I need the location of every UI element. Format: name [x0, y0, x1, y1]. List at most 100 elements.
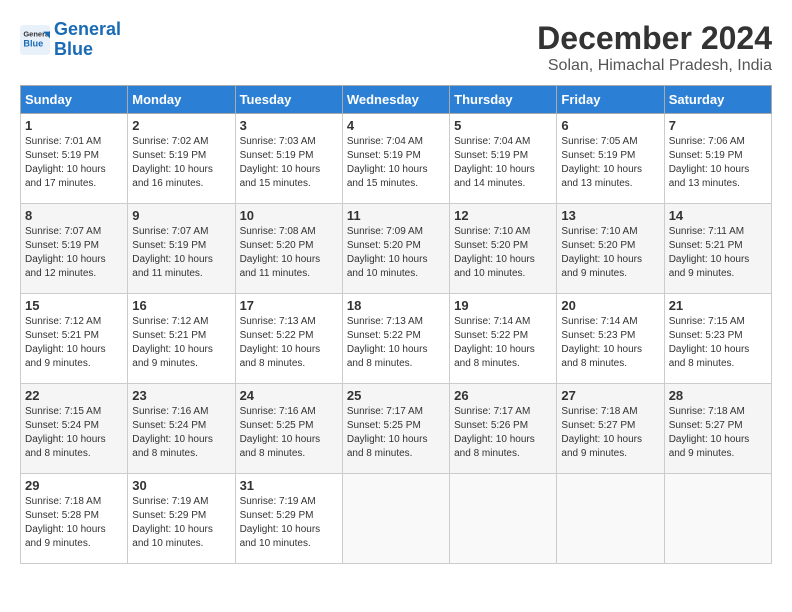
day-number: 27 [561, 388, 659, 403]
day-number: 15 [25, 298, 123, 313]
calendar-week-row: 1 Sunrise: 7:01 AM Sunset: 5:19 PM Dayli… [21, 114, 772, 204]
day-info: Sunrise: 7:04 AM Sunset: 5:19 PM Dayligh… [454, 135, 552, 191]
day-number: 1 [25, 118, 123, 133]
calendar-cell: 7 Sunrise: 7:06 AM Sunset: 5:19 PM Dayli… [664, 114, 771, 204]
day-info: Sunrise: 7:16 AM Sunset: 5:24 PM Dayligh… [132, 405, 230, 461]
day-info: Sunrise: 7:05 AM Sunset: 5:19 PM Dayligh… [561, 135, 659, 191]
day-info: Sunrise: 7:07 AM Sunset: 5:19 PM Dayligh… [132, 225, 230, 281]
calendar: Sunday Monday Tuesday Wednesday Thursday… [20, 85, 772, 564]
day-info: Sunrise: 7:16 AM Sunset: 5:25 PM Dayligh… [240, 405, 338, 461]
day-info: Sunrise: 7:12 AM Sunset: 5:21 PM Dayligh… [25, 315, 123, 371]
day-info: Sunrise: 7:18 AM Sunset: 5:27 PM Dayligh… [561, 405, 659, 461]
calendar-cell: 25 Sunrise: 7:17 AM Sunset: 5:25 PM Dayl… [342, 384, 449, 474]
calendar-cell: 26 Sunrise: 7:17 AM Sunset: 5:26 PM Dayl… [450, 384, 557, 474]
day-number: 31 [240, 478, 338, 493]
calendar-body: 1 Sunrise: 7:01 AM Sunset: 5:19 PM Dayli… [21, 114, 772, 564]
day-number: 18 [347, 298, 445, 313]
header-tuesday: Tuesday [235, 86, 342, 114]
day-number: 14 [669, 208, 767, 223]
day-info: Sunrise: 7:18 AM Sunset: 5:28 PM Dayligh… [25, 495, 123, 551]
day-info: Sunrise: 7:02 AM Sunset: 5:19 PM Dayligh… [132, 135, 230, 191]
page-header: General Blue General Blue December 2024 … [20, 20, 772, 75]
day-number: 6 [561, 118, 659, 133]
day-number: 16 [132, 298, 230, 313]
day-info: Sunrise: 7:09 AM Sunset: 5:20 PM Dayligh… [347, 225, 445, 281]
calendar-cell [664, 474, 771, 564]
day-info: Sunrise: 7:07 AM Sunset: 5:19 PM Dayligh… [25, 225, 123, 281]
day-number: 4 [347, 118, 445, 133]
calendar-cell: 22 Sunrise: 7:15 AM Sunset: 5:24 PM Dayl… [21, 384, 128, 474]
calendar-cell: 28 Sunrise: 7:18 AM Sunset: 5:27 PM Dayl… [664, 384, 771, 474]
day-number: 26 [454, 388, 552, 403]
header-friday: Friday [557, 86, 664, 114]
logo-general: General [54, 19, 121, 39]
logo-blue: Blue [54, 39, 93, 59]
day-number: 30 [132, 478, 230, 493]
day-info: Sunrise: 7:10 AM Sunset: 5:20 PM Dayligh… [561, 225, 659, 281]
day-number: 29 [25, 478, 123, 493]
day-number: 12 [454, 208, 552, 223]
day-info: Sunrise: 7:01 AM Sunset: 5:19 PM Dayligh… [25, 135, 123, 191]
day-info: Sunrise: 7:19 AM Sunset: 5:29 PM Dayligh… [132, 495, 230, 551]
calendar-cell: 1 Sunrise: 7:01 AM Sunset: 5:19 PM Dayli… [21, 114, 128, 204]
weekday-header-row: Sunday Monday Tuesday Wednesday Thursday… [21, 86, 772, 114]
header-thursday: Thursday [450, 86, 557, 114]
day-number: 24 [240, 388, 338, 403]
day-info: Sunrise: 7:15 AM Sunset: 5:24 PM Dayligh… [25, 405, 123, 461]
day-number: 7 [669, 118, 767, 133]
calendar-cell: 18 Sunrise: 7:13 AM Sunset: 5:22 PM Dayl… [342, 294, 449, 384]
day-info: Sunrise: 7:10 AM Sunset: 5:20 PM Dayligh… [454, 225, 552, 281]
calendar-cell [557, 474, 664, 564]
calendar-week-row: 15 Sunrise: 7:12 AM Sunset: 5:21 PM Dayl… [21, 294, 772, 384]
calendar-cell [450, 474, 557, 564]
calendar-cell: 19 Sunrise: 7:14 AM Sunset: 5:22 PM Dayl… [450, 294, 557, 384]
day-info: Sunrise: 7:06 AM Sunset: 5:19 PM Dayligh… [669, 135, 767, 191]
calendar-cell: 2 Sunrise: 7:02 AM Sunset: 5:19 PM Dayli… [128, 114, 235, 204]
day-info: Sunrise: 7:14 AM Sunset: 5:23 PM Dayligh… [561, 315, 659, 371]
location-title: Solan, Himachal Pradesh, India [537, 57, 772, 75]
day-info: Sunrise: 7:14 AM Sunset: 5:22 PM Dayligh… [454, 315, 552, 371]
day-number: 20 [561, 298, 659, 313]
day-info: Sunrise: 7:13 AM Sunset: 5:22 PM Dayligh… [240, 315, 338, 371]
calendar-week-row: 29 Sunrise: 7:18 AM Sunset: 5:28 PM Dayl… [21, 474, 772, 564]
calendar-cell: 15 Sunrise: 7:12 AM Sunset: 5:21 PM Dayl… [21, 294, 128, 384]
calendar-cell: 4 Sunrise: 7:04 AM Sunset: 5:19 PM Dayli… [342, 114, 449, 204]
month-title: December 2024 [537, 20, 772, 57]
logo-text: General Blue [54, 20, 121, 60]
title-area: December 2024 Solan, Himachal Pradesh, I… [537, 20, 772, 75]
calendar-cell: 31 Sunrise: 7:19 AM Sunset: 5:29 PM Dayl… [235, 474, 342, 564]
calendar-cell: 16 Sunrise: 7:12 AM Sunset: 5:21 PM Dayl… [128, 294, 235, 384]
calendar-cell: 13 Sunrise: 7:10 AM Sunset: 5:20 PM Dayl… [557, 204, 664, 294]
svg-text:Blue: Blue [23, 38, 43, 48]
day-number: 17 [240, 298, 338, 313]
day-info: Sunrise: 7:08 AM Sunset: 5:20 PM Dayligh… [240, 225, 338, 281]
logo-icon: General Blue [20, 25, 50, 55]
day-number: 2 [132, 118, 230, 133]
calendar-cell: 30 Sunrise: 7:19 AM Sunset: 5:29 PM Dayl… [128, 474, 235, 564]
day-number: 28 [669, 388, 767, 403]
calendar-cell: 24 Sunrise: 7:16 AM Sunset: 5:25 PM Dayl… [235, 384, 342, 474]
calendar-cell: 11 Sunrise: 7:09 AM Sunset: 5:20 PM Dayl… [342, 204, 449, 294]
calendar-cell: 23 Sunrise: 7:16 AM Sunset: 5:24 PM Dayl… [128, 384, 235, 474]
day-info: Sunrise: 7:12 AM Sunset: 5:21 PM Dayligh… [132, 315, 230, 371]
calendar-cell: 3 Sunrise: 7:03 AM Sunset: 5:19 PM Dayli… [235, 114, 342, 204]
calendar-cell: 27 Sunrise: 7:18 AM Sunset: 5:27 PM Dayl… [557, 384, 664, 474]
day-number: 3 [240, 118, 338, 133]
day-info: Sunrise: 7:04 AM Sunset: 5:19 PM Dayligh… [347, 135, 445, 191]
day-number: 11 [347, 208, 445, 223]
day-info: Sunrise: 7:13 AM Sunset: 5:22 PM Dayligh… [347, 315, 445, 371]
header-wednesday: Wednesday [342, 86, 449, 114]
day-number: 10 [240, 208, 338, 223]
calendar-cell: 17 Sunrise: 7:13 AM Sunset: 5:22 PM Dayl… [235, 294, 342, 384]
day-info: Sunrise: 7:18 AM Sunset: 5:27 PM Dayligh… [669, 405, 767, 461]
calendar-cell [342, 474, 449, 564]
calendar-cell: 21 Sunrise: 7:15 AM Sunset: 5:23 PM Dayl… [664, 294, 771, 384]
day-number: 9 [132, 208, 230, 223]
day-number: 19 [454, 298, 552, 313]
calendar-cell: 29 Sunrise: 7:18 AM Sunset: 5:28 PM Dayl… [21, 474, 128, 564]
day-number: 22 [25, 388, 123, 403]
header-monday: Monday [128, 86, 235, 114]
logo: General Blue General Blue [20, 20, 121, 60]
day-number: 23 [132, 388, 230, 403]
day-number: 21 [669, 298, 767, 313]
